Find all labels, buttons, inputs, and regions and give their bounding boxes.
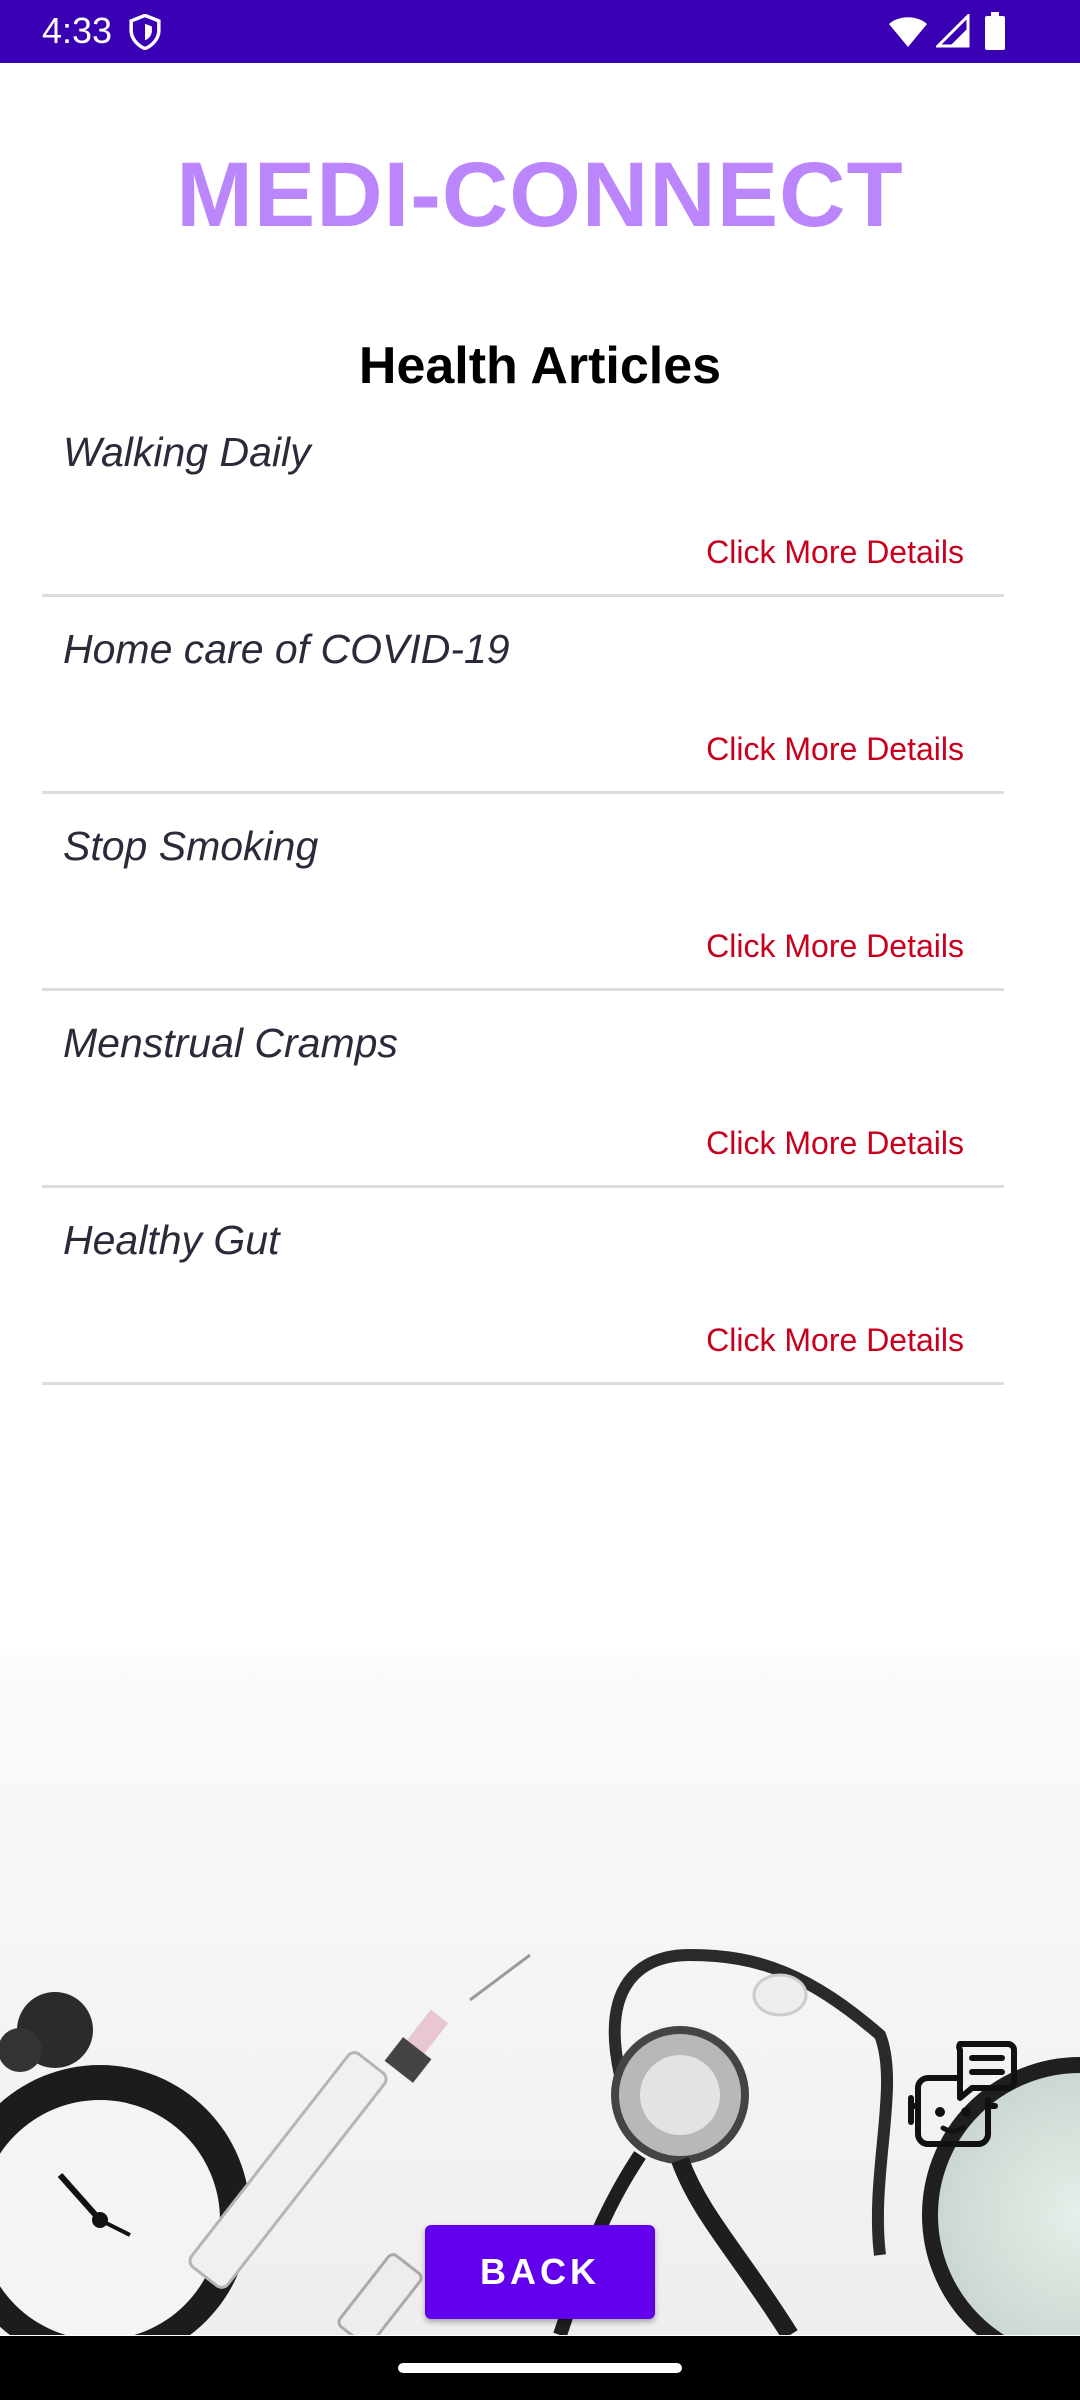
more-details-link[interactable]: Click More Details [706,1123,964,1163]
chatbot-icon[interactable] [908,2038,1020,2150]
article-title: Healthy Gut [63,1217,280,1263]
navigation-bar [0,2336,1080,2400]
article-item[interactable]: Menstrual Cramps Click More Details [42,991,1004,1188]
status-time: 4:33 [42,10,113,51]
article-item[interactable]: Healthy Gut Click More Details [42,1188,1004,1385]
app-title: MEDI-CONNECT [176,144,904,246]
article-title: Walking Daily [63,429,311,475]
back-button[interactable]: BACK [425,2225,655,2319]
article-title: Menstrual Cramps [63,1020,398,1066]
screen: 4:33 MEDI-CONNECT Health Articles Walkin… [0,0,1080,2400]
article-item[interactable]: Walking Daily Click More Details [42,400,1004,597]
more-details-link[interactable]: Click More Details [706,1320,964,1360]
status-bar: 4:33 [0,0,1080,63]
more-details-link[interactable]: Click More Details [706,729,964,769]
article-title: Stop Smoking [63,823,319,869]
shield-icon [129,14,161,50]
battery-icon [985,12,1005,50]
wifi-icon [889,17,927,47]
article-item[interactable]: Home care of COVID-19 Click More Details [42,597,1004,794]
article-list: Walking Daily Click More Details Home ca… [42,400,1004,1385]
article-title: Home care of COVID-19 [63,626,510,672]
signal-icon [936,14,970,48]
section-title: Health Articles [358,337,722,395]
more-details-link[interactable]: Click More Details [706,532,964,572]
article-item[interactable]: Stop Smoking Click More Details [42,794,1004,991]
more-details-link[interactable]: Click More Details [706,926,964,966]
home-gesture-handle[interactable] [398,2363,682,2373]
